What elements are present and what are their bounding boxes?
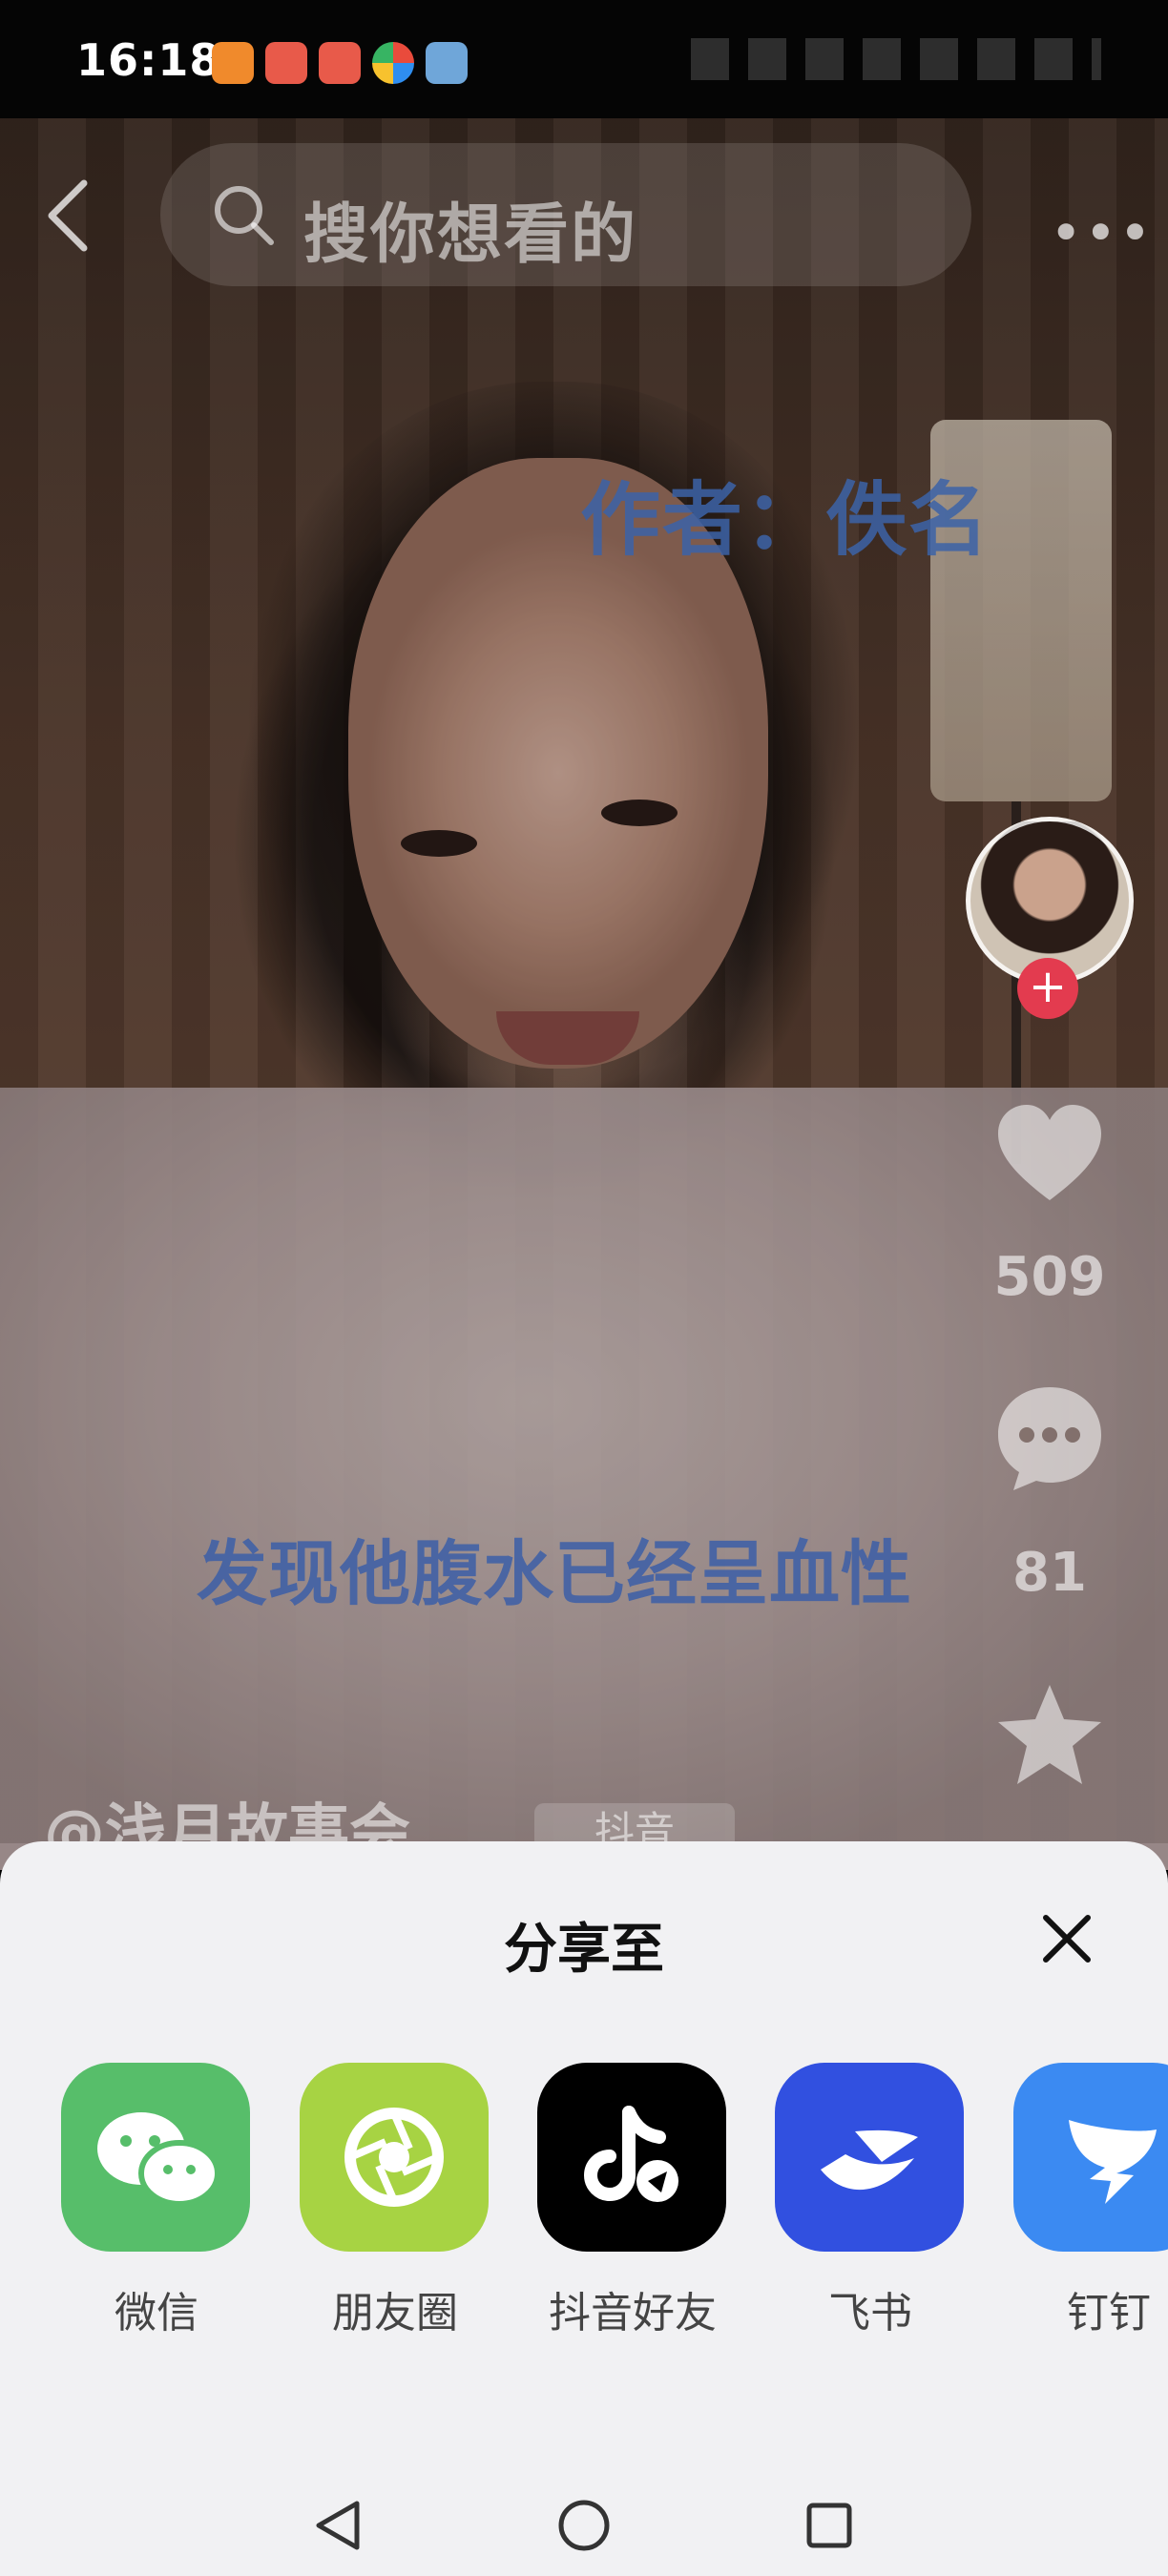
like-heart-icon[interactable] <box>992 1097 1107 1212</box>
author-overlay-text: 作者：佚名 <box>580 473 991 567</box>
comment-count: 81 <box>1012 1542 1087 1604</box>
nav-back-icon[interactable] <box>305 2492 372 2559</box>
share-moments[interactable]: 朋友圈 <box>300 2063 490 2339</box>
video-subtitle: 发现他腹水已经呈血性 <box>197 1533 912 1615</box>
share-wechat[interactable]: 微信 <box>61 2063 252 2339</box>
nav-recents-icon[interactable] <box>796 2492 863 2559</box>
share-app-label: 抖音好友 <box>549 2289 717 2337</box>
status-bar: 16:18 <box>0 0 1168 118</box>
notification-icon <box>265 42 307 84</box>
status-icons <box>691 38 1101 80</box>
chevron-left-icon <box>48 179 88 252</box>
share-feishu[interactable]: 飞书 <box>775 2063 966 2339</box>
comment-icon[interactable] <box>992 1381 1107 1496</box>
status-time: 16:18 <box>76 34 221 86</box>
search-box[interactable]: 搜你想看的 <box>160 143 971 286</box>
share-dingtalk[interactable]: 钉钉 <box>1013 2063 1168 2339</box>
share-douyin-friend[interactable]: 抖音好友 <box>537 2063 728 2339</box>
share-app-label: 钉钉 <box>1067 2289 1151 2337</box>
feishu-icon <box>775 2063 964 2252</box>
share-app-label: 飞书 <box>828 2289 912 2337</box>
more-options-button[interactable]: ••• <box>1050 200 1154 265</box>
favorite-star-icon[interactable] <box>992 1679 1107 1794</box>
share-app-label: 微信 <box>115 2289 198 2337</box>
close-icon[interactable] <box>1036 1908 1097 1969</box>
search-placeholder: 搜你想看的 <box>303 197 638 273</box>
share-app-list: 微信 朋友圈 抖音好友 飞书 钉钉 <box>0 2063 1168 2349</box>
more-icon: ••• <box>1050 200 1154 265</box>
wechat-icon <box>61 2063 250 2252</box>
system-nav-bar <box>0 2452 1168 2576</box>
back-button[interactable] <box>40 177 97 254</box>
dingtalk-icon <box>1013 2063 1168 2252</box>
follow-button[interactable]: + <box>1017 958 1078 1019</box>
notification-icon <box>319 42 361 84</box>
like-count: 509 <box>993 1246 1106 1308</box>
search-icon <box>215 186 274 245</box>
notification-icon <box>426 42 468 84</box>
notification-icon <box>372 42 414 84</box>
share-app-label: 朋友圈 <box>332 2289 458 2337</box>
nav-home-icon[interactable] <box>551 2492 617 2559</box>
screen: 16:18 搜你想看的 ••• 作者：佚名 发现他腹水已经呈血性 @浅月故事会 … <box>0 0 1168 2576</box>
douyin-icon <box>537 2063 726 2252</box>
moments-icon <box>300 2063 489 2252</box>
plus-icon: + <box>1028 960 1068 1013</box>
share-sheet-title: 分享至 <box>504 1919 664 1981</box>
notification-icon <box>212 42 254 84</box>
